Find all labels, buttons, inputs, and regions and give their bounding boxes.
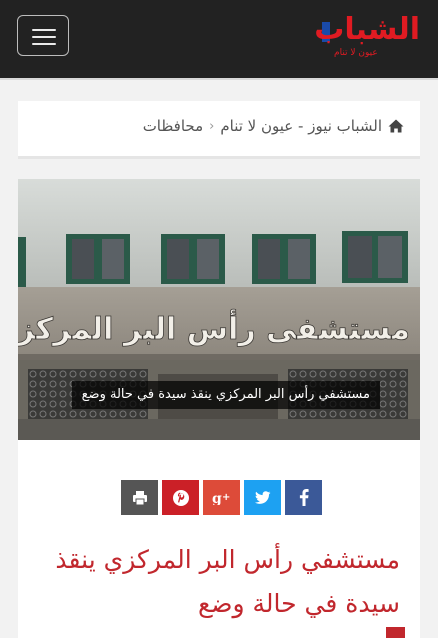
pinterest-icon [172,489,189,506]
top-navbar: الشباب عيون لا تنام [0,0,438,80]
logo-tagline: عيون لا تنام [334,48,378,58]
article-card: g + مستشفي رأس البر المركزي ينقذ سيدة في… [18,440,420,638]
hospital-sign-text: مستشفى رأس البر المركزى [18,309,410,347]
menu-toggle-button[interactable] [17,15,69,56]
hamburger-icon-bar [32,43,56,45]
hamburger-icon [32,29,56,31]
facebook-icon [299,489,309,506]
home-icon[interactable] [388,118,404,134]
site-logo[interactable]: الشباب عيون لا تنام [314,12,420,64]
google-plus-share-button[interactable]: g + [203,480,240,515]
google-plus-icon: g + [212,491,230,505]
logo-text: الشباب [314,12,420,47]
windows [18,231,408,289]
facebook-share-button[interactable] [285,480,322,515]
hamburger-icon-bar [32,36,56,38]
scroll-top-button[interactable] [386,627,405,638]
twitter-share-button[interactable] [244,480,281,515]
breadcrumb: الشباب نيوز - عيون لا تنام ‹ محافظات [143,117,404,135]
breadcrumb-separator-icon: ‹ [209,118,215,134]
pinterest-share-button[interactable] [162,480,199,515]
breadcrumb-card: الشباب نيوز - عيون لا تنام ‹ محافظات [18,101,420,159]
breadcrumb-category-link[interactable]: محافظات [143,117,203,135]
share-buttons: g + [121,480,322,515]
svg-text:+: + [222,492,230,503]
twitter-icon [254,490,270,504]
print-button[interactable] [121,480,158,515]
article-title: مستشفي رأس البر المركزي ينقذ سيدة في حال… [55,545,400,618]
hero-caption: مستشفي رأس البر المركزي ينقذ سيدة في حال… [71,381,380,409]
print-icon [132,490,147,505]
svg-text:g: g [212,491,222,505]
breadcrumb-home-link[interactable]: الشباب نيوز - عيون لا تنام [220,117,382,135]
